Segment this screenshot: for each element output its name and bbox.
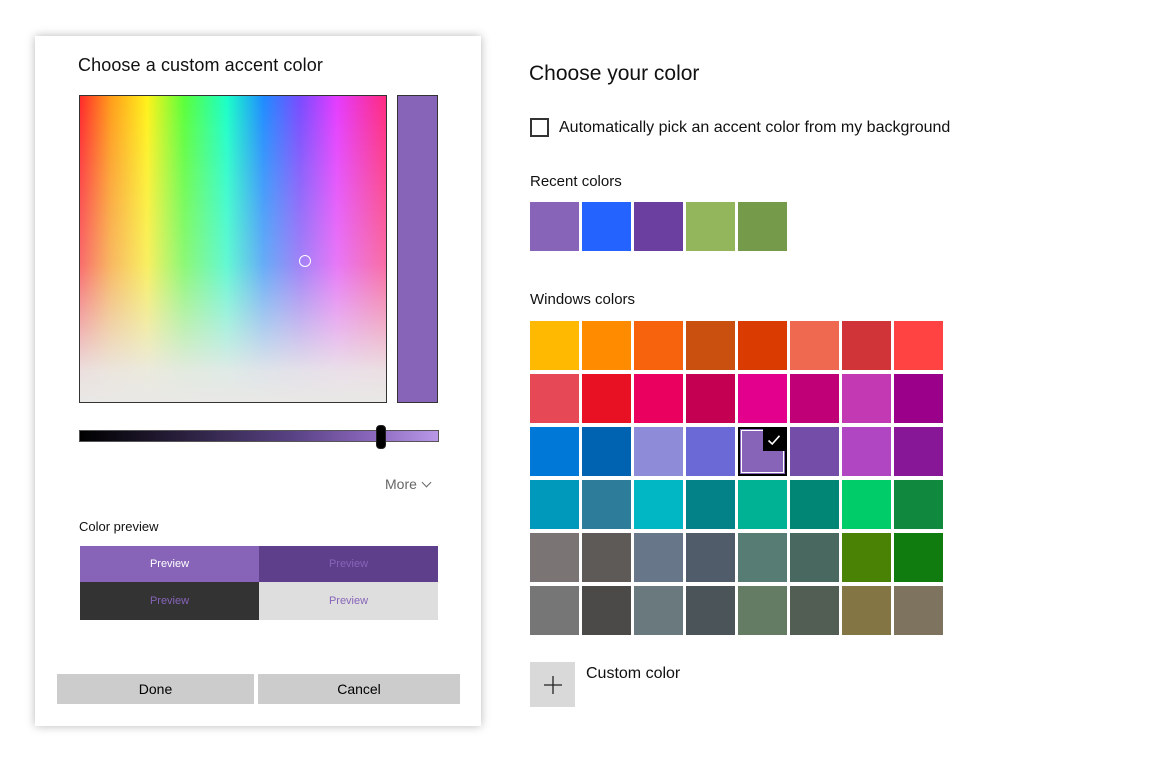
recent-color-swatch[interactable] xyxy=(582,202,631,251)
recent-color-swatch[interactable] xyxy=(530,202,579,251)
windows-color-swatch[interactable] xyxy=(894,374,943,423)
spectrum-cursor[interactable] xyxy=(299,255,311,267)
windows-color-swatch[interactable] xyxy=(634,427,683,476)
windows-color-swatch[interactable] xyxy=(790,480,839,529)
windows-color-swatch[interactable] xyxy=(894,321,943,370)
auto-pick-checkbox[interactable] xyxy=(530,118,549,137)
windows-color-swatch[interactable] xyxy=(894,533,943,582)
windows-color-swatch[interactable] xyxy=(582,480,631,529)
more-toggle[interactable]: More xyxy=(385,476,432,492)
recent-color-swatch[interactable] xyxy=(634,202,683,251)
windows-color-swatch[interactable] xyxy=(790,586,839,635)
windows-color-swatch[interactable] xyxy=(634,533,683,582)
windows-color-swatch[interactable] xyxy=(686,480,735,529)
more-label: More xyxy=(385,476,417,492)
windows-color-swatch[interactable] xyxy=(790,427,839,476)
windows-color-swatch[interactable] xyxy=(842,321,891,370)
windows-color-swatch[interactable] xyxy=(842,480,891,529)
windows-color-swatch[interactable] xyxy=(894,480,943,529)
windows-color-swatch[interactable] xyxy=(634,321,683,370)
windows-color-swatch[interactable] xyxy=(582,586,631,635)
windows-color-swatch[interactable] xyxy=(894,586,943,635)
auto-pick-label: Automatically pick an accent color from … xyxy=(559,118,951,136)
windows-color-swatch[interactable] xyxy=(894,427,943,476)
brightness-slider[interactable] xyxy=(79,425,439,449)
windows-color-swatch[interactable] xyxy=(530,374,579,423)
windows-color-swatch[interactable] xyxy=(686,427,735,476)
windows-color-swatch[interactable] xyxy=(686,374,735,423)
windows-color-swatch[interactable] xyxy=(582,427,631,476)
windows-color-swatch[interactable] xyxy=(634,374,683,423)
dialog-title: Choose a custom accent color xyxy=(78,55,323,75)
recent-colors-row xyxy=(530,202,787,251)
add-custom-color-button[interactable] xyxy=(530,662,575,707)
windows-color-swatch[interactable] xyxy=(738,427,787,476)
windows-color-swatch[interactable] xyxy=(842,427,891,476)
windows-color-swatch[interactable] xyxy=(634,480,683,529)
windows-color-swatch[interactable] xyxy=(582,533,631,582)
windows-color-swatch[interactable] xyxy=(790,374,839,423)
windows-color-swatch[interactable] xyxy=(686,586,735,635)
custom-color-label: Custom color xyxy=(586,665,681,682)
recent-color-swatch[interactable] xyxy=(738,202,787,251)
windows-color-swatch[interactable] xyxy=(842,586,891,635)
windows-color-swatch[interactable] xyxy=(582,321,631,370)
windows-color-swatch[interactable] xyxy=(530,427,579,476)
windows-color-swatch[interactable] xyxy=(738,533,787,582)
recent-colors-label: Recent colors xyxy=(530,173,622,190)
windows-color-swatch[interactable] xyxy=(686,533,735,582)
checkmark-icon xyxy=(763,429,785,451)
brightness-slider-thumb[interactable] xyxy=(376,425,386,449)
plus-icon xyxy=(543,675,562,694)
color-preview-grid: Preview Preview Preview Preview xyxy=(80,546,438,620)
windows-color-swatch[interactable] xyxy=(530,321,579,370)
custom-color-option[interactable]: Custom color xyxy=(530,662,680,707)
windows-color-swatch[interactable] xyxy=(842,374,891,423)
windows-color-swatch[interactable] xyxy=(738,321,787,370)
windows-color-swatch[interactable] xyxy=(842,533,891,582)
auto-pick-option[interactable]: Automatically pick an accent color from … xyxy=(530,118,950,137)
preview-cell: Preview xyxy=(80,582,259,620)
preview-cell: Preview xyxy=(80,546,259,582)
selected-color-bar xyxy=(397,95,438,403)
windows-colors-label: Windows colors xyxy=(530,291,636,308)
color-spectrum-picker[interactable] xyxy=(79,95,387,403)
windows-color-swatch[interactable] xyxy=(790,533,839,582)
preview-cell: Preview xyxy=(259,582,438,620)
windows-color-swatch[interactable] xyxy=(790,321,839,370)
cancel-button[interactable]: Cancel xyxy=(258,674,460,704)
windows-color-swatch[interactable] xyxy=(738,586,787,635)
windows-color-swatch[interactable] xyxy=(738,480,787,529)
windows-color-swatch[interactable] xyxy=(738,374,787,423)
windows-color-swatch[interactable] xyxy=(582,374,631,423)
chevron-down-icon xyxy=(421,477,432,487)
windows-color-swatch[interactable] xyxy=(530,480,579,529)
done-button[interactable]: Done xyxy=(57,674,254,704)
windows-color-swatch[interactable] xyxy=(530,586,579,635)
windows-color-swatch[interactable] xyxy=(634,586,683,635)
windows-color-swatch[interactable] xyxy=(686,321,735,370)
color-preview-label: Color preview xyxy=(79,519,159,534)
windows-colors-grid xyxy=(530,321,943,635)
windows-color-swatch[interactable] xyxy=(530,533,579,582)
recent-color-swatch[interactable] xyxy=(686,202,735,251)
custom-accent-color-dialog: Choose a custom accent color More Color … xyxy=(35,36,481,726)
preview-cell: Preview xyxy=(259,546,438,582)
page-title: Choose your color xyxy=(529,62,700,85)
